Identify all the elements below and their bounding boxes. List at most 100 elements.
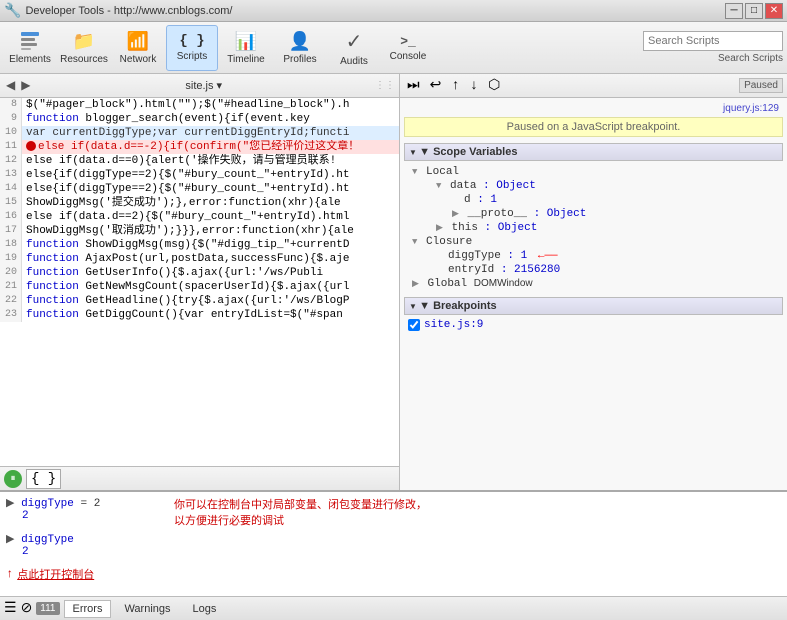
scope-variables-section[interactable]: ▼ Scope Variables <box>404 143 783 161</box>
errors-tab[interactable]: Errors <box>64 600 112 618</box>
d-item: d : 1 <box>440 193 779 207</box>
code-line-15[interactable]: 15ShowDiggMsg('提交成功');},error:function(x… <box>0 196 399 210</box>
step-extra[interactable]: ⬡ <box>485 77 503 94</box>
source-file-selector[interactable]: site.js ▾ <box>34 79 373 92</box>
proto-item: ▶ __proto__ : Object <box>440 207 779 221</box>
expand-arrow[interactable]: ▶ diggType = 2 <box>6 496 166 510</box>
expand-arrow-2[interactable]: ▶ diggType <box>6 532 781 546</box>
closure-items: diggType : 1 ←—— entryId : 2156280 <box>408 249 779 277</box>
global-label: Global <box>428 278 468 290</box>
console-tab[interactable]: >_ Console <box>382 25 434 71</box>
scripts-tab[interactable]: { } Scripts <box>166 25 218 71</box>
pause-message: Paused on a JavaScript breakpoint. <box>404 117 783 137</box>
step-into[interactable]: ↩ <box>427 77 445 94</box>
data-arrow[interactable]: ▼ <box>436 181 441 191</box>
code-line-10[interactable]: 10var currentDiggType;var currentDiggEnt… <box>0 126 399 140</box>
source-nav: ◀ ▶ site.js ▾ ⋮⋮ <box>0 74 399 98</box>
code-line-17[interactable]: 17ShowDiggMsg('取消成功');}}},error:function… <box>0 224 399 238</box>
debug-panel: ⏭ ↩ ↑ ↓ ⬡ Paused jquery.js:129 Paused on… <box>400 74 787 490</box>
code-line-11[interactable]: 11else if(data.d==-2){if(confirm("您已经评价过… <box>0 140 399 154</box>
global-arrow[interactable]: ▶ <box>412 279 419 289</box>
code-line-22[interactable]: 22function GetHeadline(){try{$.ajax({url… <box>0 294 399 308</box>
title-text: Developer Tools - http://www.cnblogs.com… <box>25 5 725 17</box>
line-number: 11 <box>0 140 22 154</box>
minimize-button[interactable]: ─ <box>725 3 743 19</box>
timeline-label: Timeline <box>227 54 264 65</box>
app-icon: 🔧 <box>4 2 21 19</box>
this-item: ▶ this : Object <box>424 221 779 235</box>
line-content: function GetNewMsgCount(spacerUserId){$.… <box>22 280 399 294</box>
line-content: else if(data.d==2){$("#bury_count_"+entr… <box>22 210 399 224</box>
resources-icon: 📁 <box>73 31 95 52</box>
error-badge: 111 <box>36 602 59 615</box>
network-icon: 📶 <box>127 31 149 52</box>
line-number: 21 <box>0 280 22 294</box>
step-over[interactable]: ⏭ <box>404 78 423 94</box>
line-number: 13 <box>0 168 22 182</box>
elements-label: Elements <box>9 54 51 65</box>
line-content: function ShowDiggMsg(msg){$("#digg_tip_"… <box>22 238 399 252</box>
closure-arrow[interactable]: ▼ <box>412 237 417 247</box>
stop-icon[interactable]: ⊘ <box>21 600 33 617</box>
network-label: Network <box>120 54 157 65</box>
code-line-23[interactable]: 23function GetDiggCount(){var entryIdLis… <box>0 308 399 322</box>
code-area[interactable]: 8$("#pager_block").html("");$("#headline… <box>0 98 399 466</box>
forward-arrow[interactable]: ▶ <box>19 78 32 93</box>
line-content: else{if(diggType==2){$("#bury_count_"+en… <box>22 182 399 196</box>
this-arrow[interactable]: ▶ <box>436 223 443 233</box>
code-line-20[interactable]: 20function GetUserInfo(){$.ajax({url:'/w… <box>0 266 399 280</box>
code-line-12[interactable]: 12else if(data.d==0){alert('操作失败，请与管理员联系… <box>0 154 399 168</box>
warnings-tab[interactable]: Warnings <box>115 600 179 618</box>
call-stack-ref: jquery.js:129 <box>404 102 783 115</box>
profiles-icon: 👤 <box>289 31 311 52</box>
back-arrow[interactable]: ◀ <box>4 78 17 93</box>
breakpoints-section[interactable]: ▼ Breakpoints <box>404 297 783 315</box>
code-line-21[interactable]: 21function GetNewMsgCount(spacerUserId){… <box>0 280 399 294</box>
code-line-9[interactable]: 9function blogger_search(event){if(event… <box>0 112 399 126</box>
breakpoint-file: site.js:9 <box>424 319 483 331</box>
network-tab[interactable]: 📶 Network <box>112 25 164 71</box>
pause-status: Paused <box>739 78 783 93</box>
maximize-button[interactable]: □ <box>745 3 763 19</box>
line-number: 16 <box>0 210 22 224</box>
console-icon[interactable]: ☰ <box>4 600 17 617</box>
braces-button[interactable]: { } <box>26 469 61 489</box>
timeline-tab[interactable]: 📊 Timeline <box>220 25 272 71</box>
audits-tab[interactable]: ✓ Audits <box>328 25 380 71</box>
timeline-icon: 📊 <box>235 31 257 52</box>
entryid-item: entryId : 2156280 <box>424 263 779 277</box>
local-arrow[interactable]: ▼ <box>412 167 417 177</box>
code-line-16[interactable]: 16else if(data.d==2){$("#bury_count_"+en… <box>0 210 399 224</box>
breakpoint-indicator <box>26 141 36 151</box>
line-content: else if(data.d==0){alert('操作失败，请与管理员联系! <box>22 154 399 168</box>
code-line-13[interactable]: 13else{if(diggType==2){$("#bury_count_"+… <box>0 168 399 182</box>
search-input[interactable] <box>643 31 783 51</box>
line-number: 19 <box>0 252 22 266</box>
profiles-tab[interactable]: 👤 Profiles <box>274 25 326 71</box>
code-line-14[interactable]: 14else{if(diggType==2){$("#bury_count_"+… <box>0 182 399 196</box>
pause-button[interactable]: ⏸ <box>4 470 22 488</box>
line-content: $("#pager_block").html("");$("#headline_… <box>22 98 399 112</box>
code-line-19[interactable]: 19function AjaxPost(url,postData,success… <box>0 252 399 266</box>
step-down[interactable]: ↓ <box>467 78 481 94</box>
audits-label: Audits <box>340 56 368 67</box>
step-up[interactable]: ↑ <box>448 78 462 94</box>
open-console-label[interactable]: 点此打开控制台 <box>17 566 94 582</box>
line-number: 8 <box>0 98 22 112</box>
logs-tab[interactable]: Logs <box>184 600 226 618</box>
debug-nav: ⏭ ↩ ↑ ↓ ⬡ Paused <box>400 74 787 98</box>
note-arrow: ↑ <box>6 567 13 581</box>
diggtype-value: 2 <box>6 510 166 522</box>
proto-arrow[interactable]: ▶ <box>452 209 459 219</box>
resources-tab[interactable]: 📁 Resources <box>58 25 110 71</box>
code-line-8[interactable]: 8$("#pager_block").html("");$("#headline… <box>0 98 399 112</box>
elements-tab[interactable]: Elements <box>4 25 56 71</box>
line-number: 10 <box>0 126 22 140</box>
close-button[interactable]: ✕ <box>765 3 783 19</box>
line-number: 15 <box>0 196 22 210</box>
code-line-18[interactable]: 18function ShowDiggMsg(msg){$("#digg_tip… <box>0 238 399 252</box>
breakpoint-checkbox[interactable] <box>408 319 420 331</box>
line-number: 20 <box>0 266 22 280</box>
console-area: ▶ diggType = 22你可以在控制台中对局部变量、闭包变量进行修改，以方… <box>0 492 787 596</box>
breakpoint-item: site.js:9 <box>404 317 783 333</box>
